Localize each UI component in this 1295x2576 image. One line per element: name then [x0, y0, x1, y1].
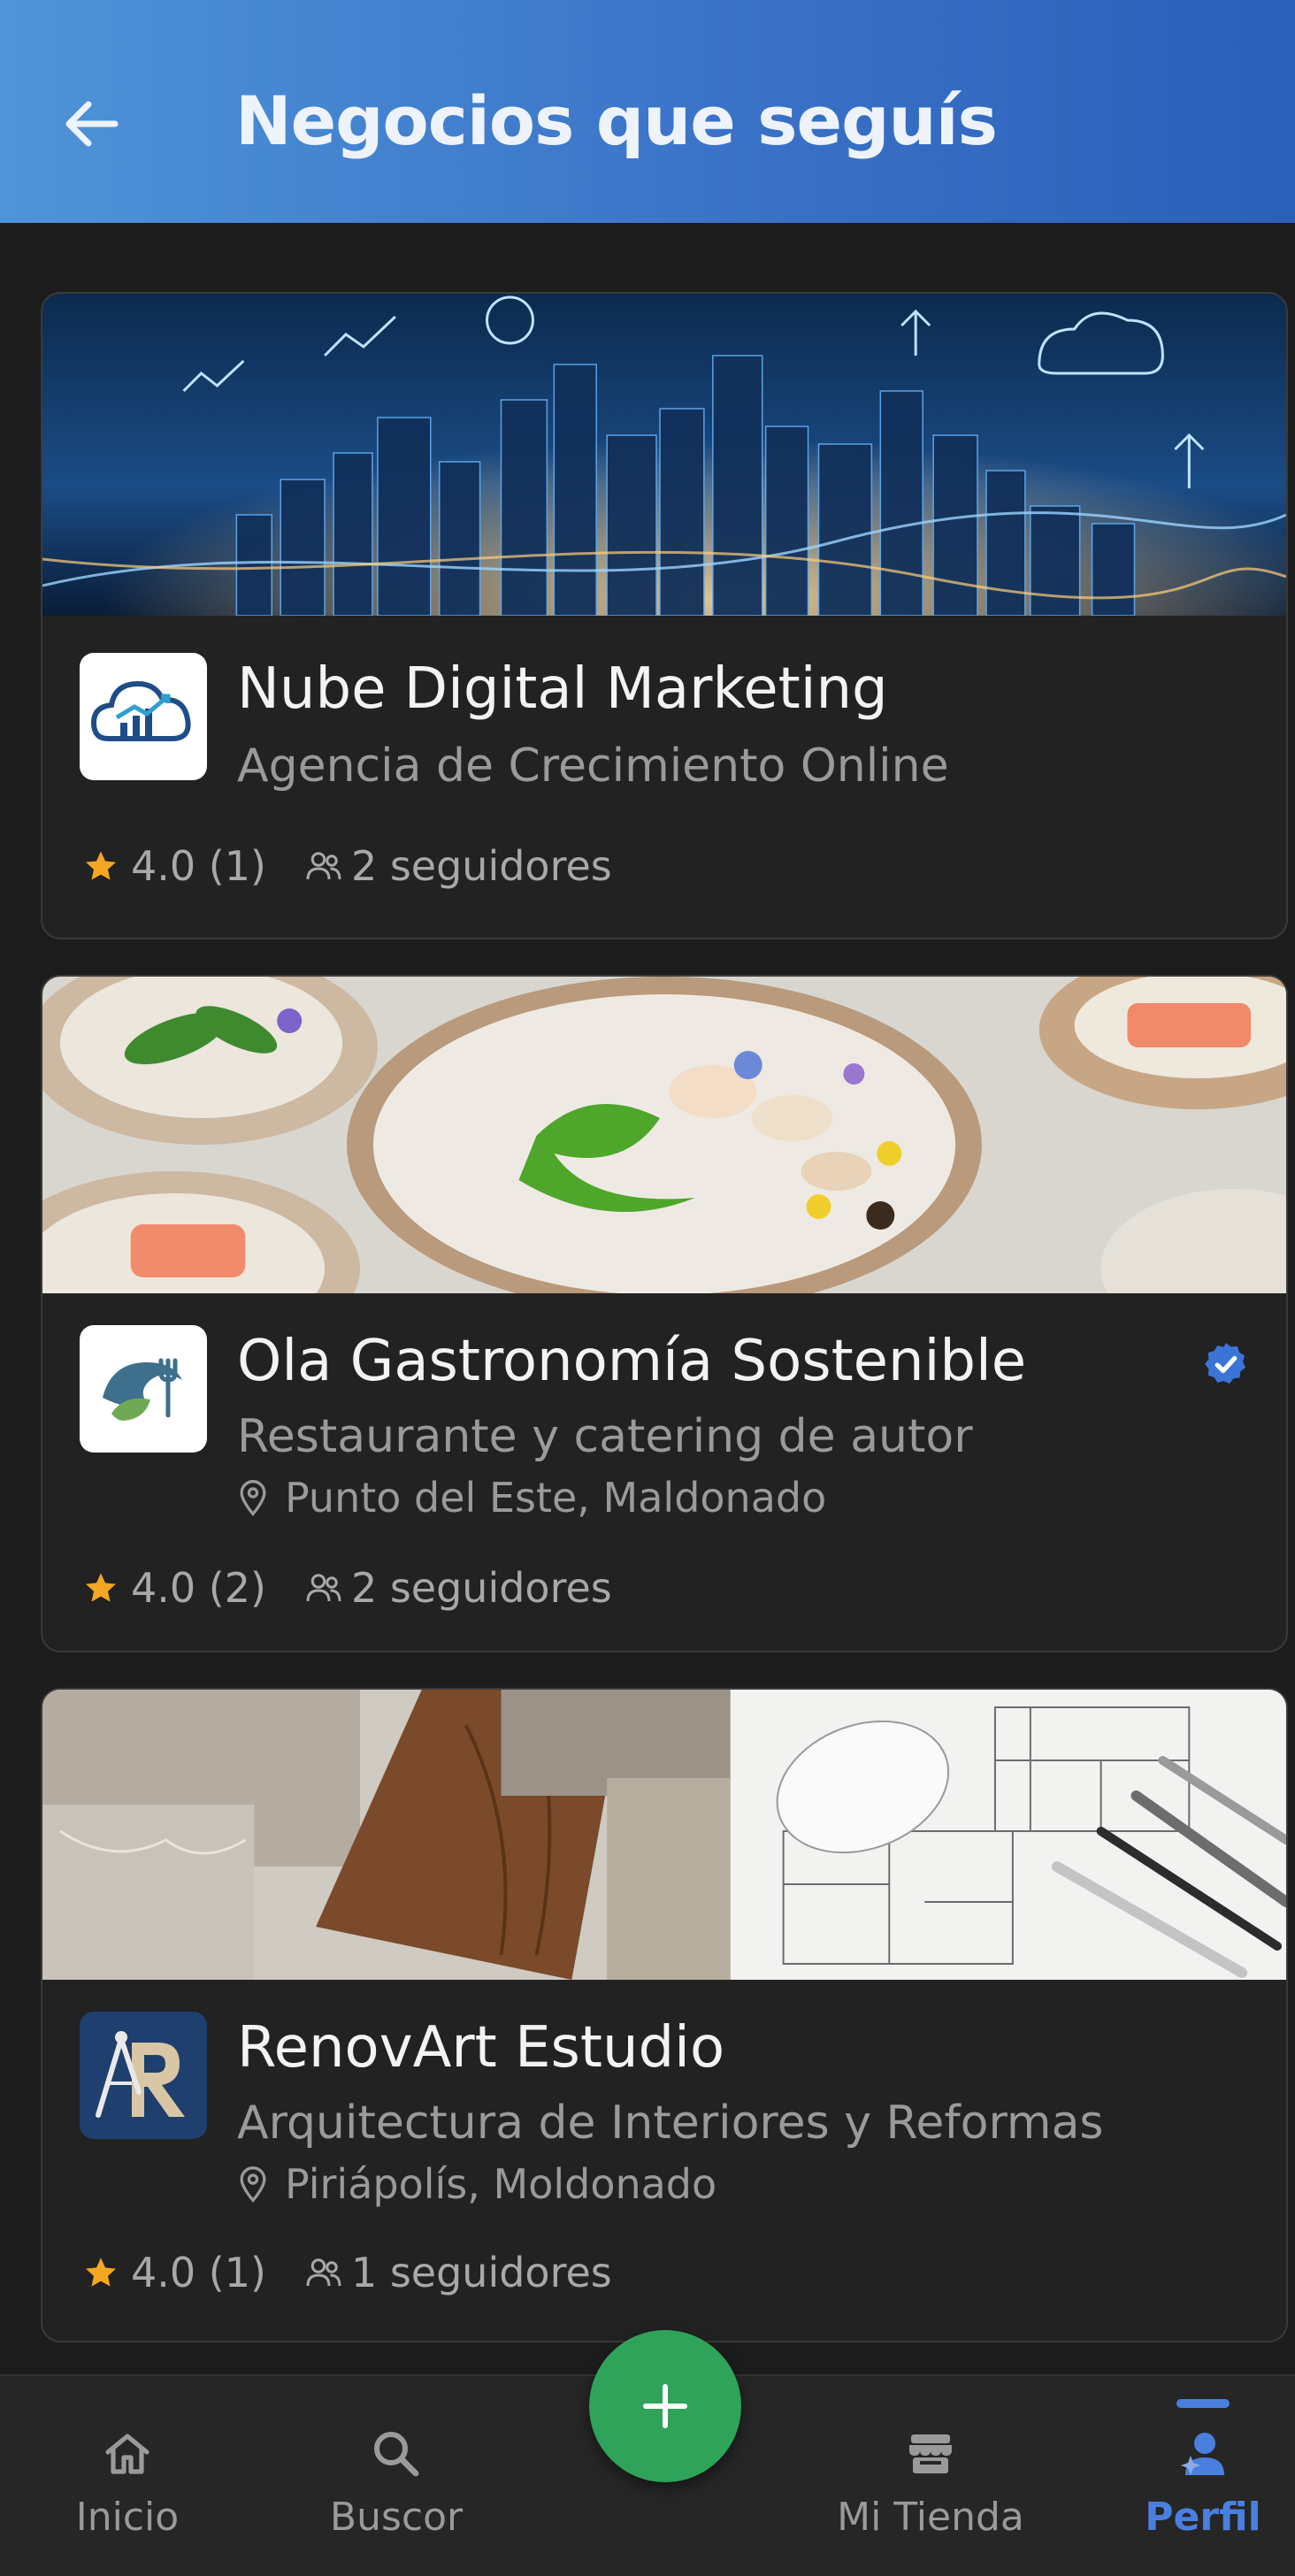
rating-value: 4.0 (2) [131, 1564, 266, 1612]
business-card-nube-digital[interactable]: Nube Digital Marketing Agencia de Crecim… [41, 292, 1288, 939]
location-text: Piriápolís, Moldonado [285, 2160, 717, 2208]
nav-label: Inicio [75, 2495, 180, 2540]
location-text: Punto del Este, Maldonado [285, 1474, 827, 1522]
arrow-left-icon [65, 101, 119, 147]
business-name: Nube Digital Marketing [237, 656, 888, 722]
business-subtitle: Restaurante y catering de autor [237, 1410, 973, 1463]
search-icon [374, 2432, 419, 2477]
nav-item-buscor[interactable]: Buscor [290, 2376, 502, 2576]
location-pin-icon [240, 1480, 266, 1516]
rating-value: 4.0 (1) [131, 842, 266, 890]
business-card-ola-gastronomia[interactable]: Ola Gastronomía Sostenible Restaurante y… [41, 975, 1288, 1652]
business-subtitle: Agencia de Crecimiento Online [237, 740, 949, 793]
business-name: RenovArt Estudio [237, 2015, 725, 2081]
wave-fork-leaf-logo-icon [80, 1325, 207, 1453]
business-location: Punto del Este, Maldonado [237, 1474, 826, 1522]
nav-label: Perfil [1145, 2495, 1261, 2540]
app-header: Negocios que seguís [0, 0, 1295, 223]
people-icon [306, 2258, 341, 2287]
store-icon [909, 2434, 952, 2473]
verified-badge-icon [1205, 1343, 1246, 1384]
plus-icon [643, 2384, 687, 2428]
star-icon [86, 1573, 116, 1602]
business-location: Piriápolís, Moldonado [237, 2160, 716, 2208]
nav-label: Buscor [329, 2495, 464, 2540]
star-icon [86, 2258, 116, 2287]
followers-count: 2 seguidores [350, 842, 612, 890]
home-icon [105, 2434, 149, 2474]
nav-item-perfil[interactable]: Perfil [1097, 2376, 1295, 2576]
business-banner-image [42, 1690, 1286, 1980]
page-title: Negocios que seguís [235, 81, 998, 160]
business-banner-image [42, 294, 1286, 616]
rating-value: 4.0 (1) [131, 2249, 266, 2296]
business-stats: 4.0 (2) 2 seguidores [83, 1564, 612, 1612]
people-icon [306, 852, 341, 880]
nav-label: Mi Tienda [837, 2495, 1024, 2540]
nav-item-mi-tienda[interactable]: Mi Tienda [824, 2376, 1037, 2576]
star-icon [86, 851, 116, 880]
business-banner-image [42, 977, 1286, 1293]
business-card-renovart[interactable]: RenovArt Estudio Arquitectura de Interio… [41, 1688, 1288, 2342]
cloud-growth-logo-icon [80, 653, 207, 780]
nav-item-inicio[interactable]: Inicio [21, 2376, 234, 2576]
followers-count: 2 seguidores [350, 1564, 612, 1612]
people-icon [306, 1574, 341, 1602]
business-stats: 4.0 (1) 1 seguidores [83, 2249, 612, 2296]
business-stats: 4.0 (1) 2 seguidores [83, 842, 612, 890]
business-name: Ola Gastronomía Sostenible [237, 1329, 1027, 1394]
profile-icon [1181, 2433, 1224, 2475]
add-fab-button[interactable] [589, 2330, 741, 2482]
active-indicator [1176, 2399, 1230, 2408]
business-subtitle: Arquitectura de Interiores y Reformas [237, 2097, 1104, 2150]
followers-count: 1 seguidores [350, 2249, 612, 2296]
location-pin-icon [240, 2166, 266, 2203]
compass-r-logo-icon [80, 2012, 207, 2139]
back-button[interactable] [55, 88, 126, 159]
